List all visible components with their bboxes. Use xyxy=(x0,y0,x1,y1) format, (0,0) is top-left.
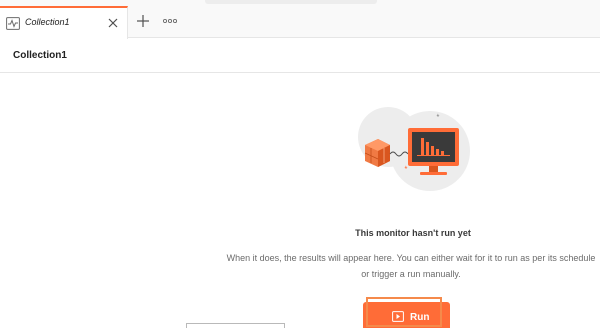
empty-state-description: When it does, the results will appear he… xyxy=(226,253,596,279)
top-search-strip[interactable] xyxy=(205,0,377,4)
empty-state-title: This monitor hasn't run yet xyxy=(355,228,471,238)
monitor-illustration xyxy=(358,107,470,191)
play-icon xyxy=(392,311,404,322)
plus-icon[interactable] xyxy=(136,14,150,28)
run-button-label: Run xyxy=(410,312,430,323)
page-title: Collection1 xyxy=(13,50,67,61)
page-header: Collection1 xyxy=(0,39,600,73)
ellipsis-icon[interactable] xyxy=(163,17,177,25)
monitor-app: Collection1 Collection1 This monitor has… xyxy=(0,0,600,328)
close-icon[interactable] xyxy=(107,17,119,29)
tab-bar: Collection1 xyxy=(0,6,600,39)
monitor-activity-icon xyxy=(6,17,20,30)
tab-collection1[interactable]: Collection1 xyxy=(0,6,128,39)
bottom-panel-box[interactable] xyxy=(186,323,285,328)
run-button[interactable] xyxy=(363,302,450,328)
tab-title: Collection1 xyxy=(25,17,70,27)
